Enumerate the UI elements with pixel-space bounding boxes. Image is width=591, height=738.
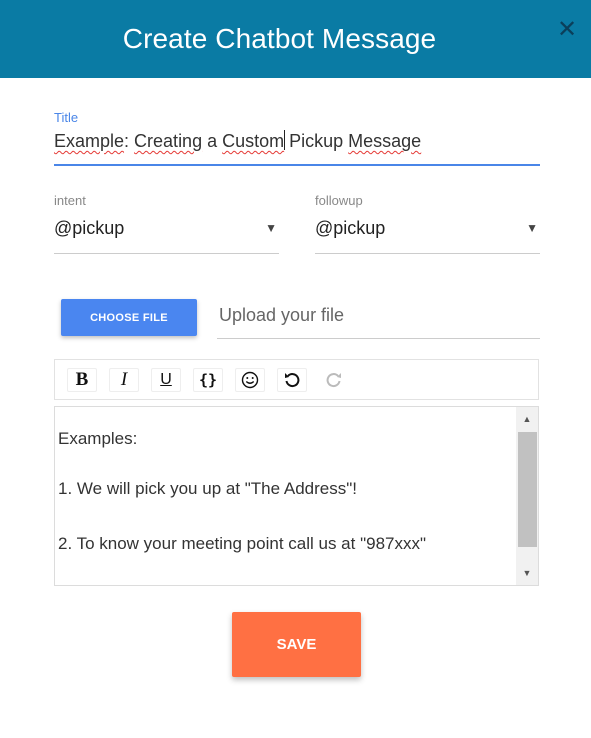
scroll-thumb[interactable]	[518, 432, 537, 547]
editor-line: 2. To know your meeting point call us at…	[58, 534, 427, 553]
smiley-icon[interactable]	[235, 367, 265, 392]
upload-placeholder: Upload your file	[219, 305, 345, 325]
followup-label: followup	[315, 193, 363, 208]
title-word: Message	[348, 131, 422, 151]
title-word: Pickup	[284, 131, 349, 151]
followup-select[interactable]: followup @pickup ▼	[315, 190, 540, 254]
title-word: Example	[54, 131, 125, 151]
close-icon[interactable]: ✕	[557, 18, 577, 42]
title-word: Custom	[222, 131, 285, 151]
title-label: Title	[54, 110, 79, 125]
save-button[interactable]: SAVE	[232, 612, 361, 677]
italic-button[interactable]: I	[109, 367, 139, 392]
bold-button[interactable]: B	[67, 367, 97, 392]
title-word: :	[124, 131, 135, 151]
dropdown-arrow-icon[interactable]: ▼	[526, 221, 538, 235]
undo-icon[interactable]	[277, 367, 307, 392]
intent-select[interactable]: intent @pickup ▼	[54, 190, 279, 254]
editor-scrollbar[interactable]: ▲ ▼	[516, 407, 538, 585]
choose-file-button[interactable]: CHOOSE FILE	[61, 299, 197, 336]
underline-button[interactable]: U	[151, 367, 181, 392]
title-input[interactable]: Example: Creating a Custom Pickup Messag…	[54, 130, 421, 152]
title-word: Creating	[134, 131, 203, 151]
redo-icon[interactable]	[319, 367, 349, 392]
title-word: a	[202, 131, 223, 151]
code-button[interactable]: {}	[193, 367, 223, 392]
editor-line: 1. We will pick you up at "The Address"!	[58, 479, 358, 498]
dropdown-arrow-icon[interactable]: ▼	[265, 221, 277, 235]
intent-label: intent	[54, 193, 86, 208]
editor-toolbar: B I U {}	[54, 359, 539, 400]
followup-value: @pickup	[315, 218, 386, 238]
intent-value: @pickup	[54, 218, 125, 238]
editor-line: Examples:	[58, 429, 138, 448]
scroll-up-icon[interactable]: ▲	[516, 408, 538, 430]
dialog-title: Create Chatbot Message	[122, 23, 437, 54]
scroll-down-icon[interactable]: ▼	[516, 562, 538, 584]
message-editor[interactable]: Examples: 1. We will pick you up at "The…	[54, 406, 539, 586]
title-field[interactable]: Title Example: Creating a Custom Pickup …	[54, 108, 540, 166]
upload-file-field[interactable]: Upload your file	[217, 296, 540, 339]
dialog-header: Create Chatbot Message ✕	[0, 0, 591, 78]
